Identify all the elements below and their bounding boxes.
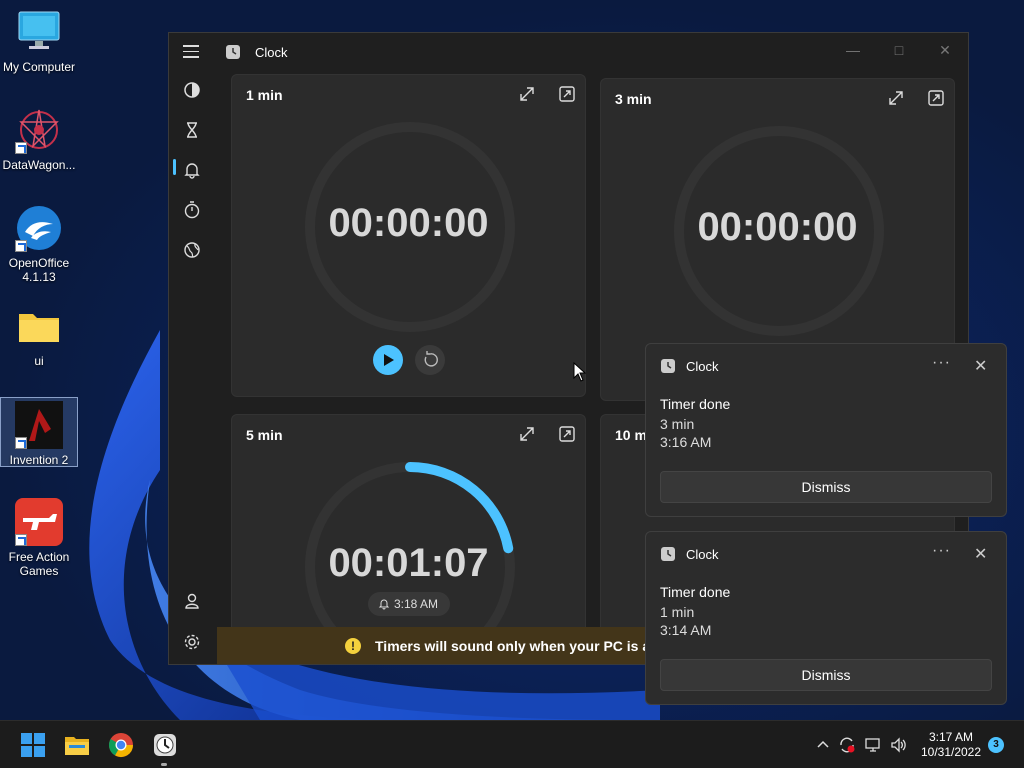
toast-close-icon[interactable]: ✕ xyxy=(974,544,987,564)
timer-readout: 00:00:00 xyxy=(328,201,489,245)
taskbar-time: 3:17 AM xyxy=(928,730,974,744)
toast-title: Timer done xyxy=(660,396,731,412)
nav-active-indicator xyxy=(173,159,176,175)
timer-card-1[interactable]: 1 min 00:00:00 xyxy=(231,74,586,397)
reset-button[interactable] xyxy=(415,345,445,375)
shortcut-arrow-icon xyxy=(15,437,27,449)
account-icon[interactable] xyxy=(182,591,202,611)
sync-alert-icon[interactable] xyxy=(838,736,856,754)
play-button[interactable] xyxy=(373,345,403,375)
show-hidden-icons-chevron-icon[interactable] xyxy=(814,736,832,754)
stopwatch-icon[interactable] xyxy=(182,200,202,220)
alarm-time-pill: 3:18 AM xyxy=(368,592,451,616)
desktop-icon-my-computer[interactable]: My Computer xyxy=(1,8,77,74)
timer-card-title: 1 min xyxy=(246,87,283,103)
timer-readout: 00:01:07 xyxy=(328,541,489,585)
toast-close-icon[interactable]: ✕ xyxy=(974,356,987,376)
alarm-bell-icon[interactable] xyxy=(182,160,202,180)
toast-notification-2[interactable]: Clock ··· ✕ Timer done 1 min 3:14 AM Dis… xyxy=(645,531,1007,705)
expand-icon[interactable] xyxy=(518,425,536,443)
keep-on-top-icon[interactable] xyxy=(927,89,945,107)
desktop-icon-label: Invention 2 xyxy=(9,453,69,467)
nav-rail xyxy=(169,71,215,664)
monitor-icon xyxy=(15,8,63,56)
toast-timer-name: 1 min xyxy=(660,604,695,620)
alarm-time-label: 3:18 AM xyxy=(394,597,439,611)
close-button[interactable]: ✕ xyxy=(933,41,957,59)
settings-gear-icon[interactable] xyxy=(182,632,202,652)
expand-icon[interactable] xyxy=(887,89,905,107)
desktop-icon-openoffice[interactable]: OpenOffice 4.1.13 xyxy=(1,204,77,284)
hamburger-menu-icon[interactable] xyxy=(183,45,199,59)
start-windows-icon[interactable] xyxy=(19,731,47,759)
world-clock-icon[interactable] xyxy=(182,240,202,260)
clock-app-icon xyxy=(660,358,676,379)
warning-icon: ! xyxy=(345,638,361,654)
toast-timer-name: 3 min xyxy=(660,416,695,432)
timer-card-title: 5 min xyxy=(246,427,283,443)
timer-card-title: 3 min xyxy=(615,91,652,107)
toast-app-name: Clock xyxy=(686,547,719,562)
toast-time: 3:16 AM xyxy=(660,434,712,450)
folder-icon xyxy=(15,302,63,350)
desktop-icon-datawagon[interactable]: DataWagon... xyxy=(1,106,77,172)
progress-arc xyxy=(405,462,514,554)
more-options-icon[interactable]: ··· xyxy=(932,354,951,372)
notification-count-badge[interactable]: 3 xyxy=(988,737,1004,753)
desktop-icon-label: ui xyxy=(34,354,44,368)
taskbar: 3:17 AM 10/31/2022 3 xyxy=(0,720,1024,768)
desktop-icon-invention-2[interactable]: Invention 2 xyxy=(0,397,78,467)
bell-icon xyxy=(378,599,390,610)
invention-game-icon xyxy=(15,401,63,449)
expand-icon[interactable] xyxy=(518,85,536,103)
clock-app-icon xyxy=(660,546,676,567)
timer-hourglass-icon[interactable] xyxy=(182,120,202,140)
dismiss-button[interactable]: Dismiss xyxy=(660,659,992,691)
keep-on-top-icon[interactable] xyxy=(558,85,576,103)
taskbar-date: 10/31/2022 xyxy=(920,745,982,759)
desktop-icon-label: Free Action Games xyxy=(8,550,70,578)
warning-text: Timers will sound only when your PC is a… xyxy=(375,638,662,654)
timer-readout: 00:00:00 xyxy=(697,205,858,249)
reset-icon xyxy=(424,351,438,367)
action-games-icon xyxy=(15,498,63,546)
desktop-icon-label: DataWagon... xyxy=(2,158,76,172)
minimize-button[interactable]: — xyxy=(841,41,865,59)
taskbar-clock[interactable]: 3:17 AM 10/31/2022 xyxy=(916,730,986,760)
file-explorer-icon[interactable] xyxy=(63,731,91,759)
keep-on-top-icon[interactable] xyxy=(558,425,576,443)
maximize-button[interactable]: □ xyxy=(887,41,911,59)
active-app-indicator xyxy=(161,763,167,766)
mouse-cursor-icon xyxy=(573,362,587,382)
clock-app-icon xyxy=(225,44,241,65)
datawagon-icon xyxy=(15,106,63,154)
volume-icon[interactable] xyxy=(890,736,908,754)
desktop-icon-label: OpenOffice 4.1.13 xyxy=(8,256,70,284)
window-titlebar[interactable]: Clock — □ ✕ xyxy=(169,33,968,71)
desktop-icon-free-action-games[interactable]: Free Action Games xyxy=(1,498,77,578)
clock-taskbar-icon[interactable] xyxy=(151,731,179,759)
more-options-icon[interactable]: ··· xyxy=(932,542,951,560)
shortcut-arrow-icon xyxy=(15,240,27,252)
openoffice-icon xyxy=(15,204,63,252)
toast-title: Timer done xyxy=(660,584,731,600)
dismiss-button[interactable]: Dismiss xyxy=(660,471,992,503)
desktop-icon-ui-folder[interactable]: ui xyxy=(1,302,77,368)
chrome-browser-icon[interactable] xyxy=(107,731,135,759)
network-icon[interactable] xyxy=(864,736,882,754)
shortcut-arrow-icon xyxy=(15,534,27,546)
focus-sessions-icon[interactable] xyxy=(182,80,202,100)
toast-notification-1[interactable]: Clock ··· ✕ Timer done 3 min 3:16 AM Dis… xyxy=(645,343,1007,517)
toast-time: 3:14 AM xyxy=(660,622,712,638)
shortcut-arrow-icon xyxy=(15,142,27,154)
window-title: Clock xyxy=(255,45,288,60)
toast-app-name: Clock xyxy=(686,359,719,374)
desktop-icon-label: My Computer xyxy=(2,60,76,74)
